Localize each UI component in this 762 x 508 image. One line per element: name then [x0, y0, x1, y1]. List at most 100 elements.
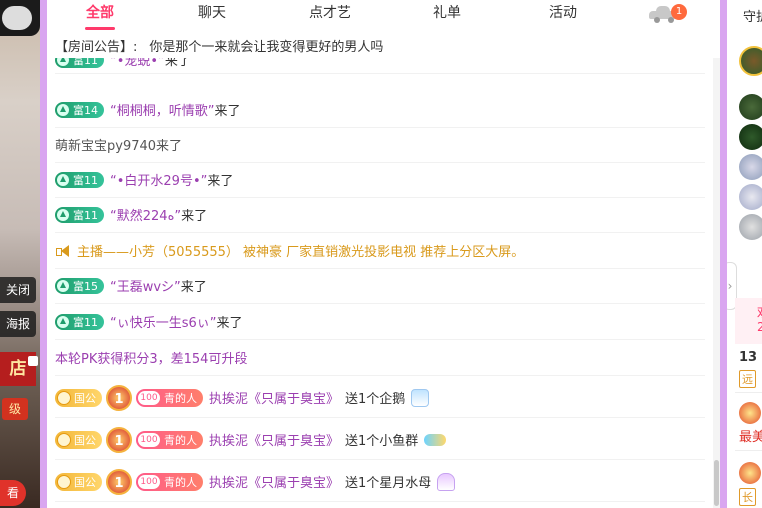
fan-level: 100	[138, 474, 160, 489]
wealth-badge: 富14	[55, 101, 104, 118]
rank-badge-label: 国公	[74, 475, 96, 489]
crown-icon	[57, 390, 71, 405]
wealth-icon	[57, 315, 69, 328]
most-beautiful-label: 最美	[739, 430, 762, 445]
wealth-badge-label: 富11	[73, 173, 98, 187]
chat-scrollbar[interactable]	[713, 58, 720, 508]
user-name[interactable]: “•白开水29号•”	[110, 170, 207, 189]
list-item: 主播——小芳（5055555） 被神豪 厂家直销激光投影电视 推荐上分区大屏。	[55, 233, 705, 269]
rank-badge-label: 国公	[74, 433, 96, 447]
promo-card[interactable]: 欢 2	[735, 298, 762, 344]
crown-icon	[57, 432, 71, 447]
video-cap-shape	[2, 6, 32, 30]
wealth-badge: 富11	[55, 206, 104, 223]
chat-panel: 全部 聊天 点才艺 礼单 活动 1 【房间公告】: 你是那个一来就会让我变得更好的…	[47, 0, 720, 508]
list-item: 萌新宝宝py9740来了	[55, 127, 705, 163]
tab-gift-list[interactable]: 礼单	[389, 0, 505, 32]
long-tag: 长	[739, 488, 756, 506]
list-item: 富14 “桐桐桐，听情歌” 来了	[55, 92, 705, 128]
announcement-text: 你是那个一来就会让我变得更好的男人吗	[149, 40, 384, 55]
gift-action: 送1个星月水母	[345, 476, 432, 491]
host-recommend-message: 主播——小芳（5055555） 被神豪 厂家直销激光投影电视 推荐上分区大屏。	[77, 245, 525, 260]
crown-icon	[57, 474, 71, 489]
heart-medal-icon	[739, 462, 761, 484]
guardian-sidebar: 守护 › 欢 2 13 远 最美 长	[727, 0, 762, 508]
close-video-button[interactable]: 关闭	[0, 277, 36, 303]
level-badge[interactable]: 级	[2, 398, 28, 420]
wealth-icon	[57, 208, 69, 221]
sidebar-left-border	[720, 0, 727, 508]
fan-badge: 100 青的人	[136, 388, 203, 407]
avatar[interactable]	[739, 154, 762, 180]
wealth-badge-label: 富11	[73, 315, 98, 329]
user-name[interactable]: “默然224ه”	[110, 205, 181, 224]
divider	[735, 392, 762, 393]
car-icon: 1	[649, 4, 687, 23]
enter-suffix: 来了	[216, 316, 243, 331]
chat-tabs: 全部 聊天 点才艺 礼单 活动 1	[47, 0, 720, 32]
penguin-gift-icon	[411, 388, 430, 407]
chat-left-border	[40, 0, 47, 508]
fan-level: 100	[138, 432, 160, 447]
wealth-icon	[57, 58, 69, 66]
rank-badge: 国公	[55, 430, 102, 449]
scrollbar-thumb[interactable]	[714, 460, 719, 506]
level-medal-icon: 1	[106, 426, 132, 453]
fan-badge-label: 青的人	[164, 433, 197, 447]
rank-badge: 国公	[55, 388, 102, 407]
wealth-badge-label: 富15	[73, 279, 98, 293]
gift-message: 国公 1 100 青的人 执挨泥《只属于臭宝》 送1个星月水母	[55, 462, 705, 502]
live-room-page: 关闭 海报 店 级 看 全部 聊天 点才艺 礼单 活动 1 【房间公告】: 你是那…	[0, 0, 762, 508]
fan-level: 100	[138, 390, 160, 405]
announcement-label: 【房间公告】:	[55, 40, 138, 55]
level-medal-icon: 1	[106, 384, 132, 411]
tab-all[interactable]: 全部	[47, 0, 153, 32]
fish-gift-icon	[424, 433, 447, 446]
enter-suffix: 来了	[214, 104, 241, 119]
avatar[interactable]	[739, 214, 762, 240]
message-list[interactable]: 富11 “•宠蜕•” 来了 富14 “桐桐桐，听情歌” 来了 萌新宝宝py9740来…	[55, 58, 705, 508]
promo-text: 欢	[757, 302, 762, 321]
tab-chat[interactable]: 聊天	[153, 0, 271, 32]
sender-name[interactable]: 执挨泥《只属于臭宝》	[209, 388, 339, 407]
list-item: 富11 “•宠蜕•” 来了	[55, 58, 705, 74]
gift-action: 送1个企鹅	[345, 392, 406, 407]
enter-suffix: 来了	[164, 58, 191, 69]
sender-name[interactable]: 执挨泥《只属于臭宝》	[209, 472, 339, 491]
tab-car[interactable]: 1	[621, 0, 707, 32]
wealth-icon	[57, 279, 69, 292]
look-button[interactable]: 看	[0, 480, 26, 506]
promo-number: 2	[757, 320, 762, 334]
sender-name[interactable]: 执挨泥《只属于臭宝》	[209, 430, 339, 449]
wealth-badge-label: 富14	[73, 103, 98, 117]
gift-message: 国公 1 100 青的人 执挨泥《只属于臭宝》 送1个小鱼群	[55, 420, 705, 460]
fan-badge-label: 青的人	[164, 391, 197, 405]
wealth-badge-label: 富11	[73, 208, 98, 222]
avatar[interactable]	[739, 46, 762, 76]
tab-activity[interactable]: 活动	[505, 0, 621, 32]
tab-talent[interactable]: 点才艺	[271, 0, 389, 32]
level-medal-icon: 1	[106, 468, 132, 495]
gift-message: 国公 1 100 青的人 执挨泥《只属于臭宝》 送1个企鹅	[55, 378, 705, 418]
expand-icon[interactable]	[28, 356, 38, 366]
divider	[735, 450, 762, 451]
user-name[interactable]: “桐桐桐，听情歌”	[110, 100, 214, 119]
list-item: 富11 “默然224ه” 来了	[55, 197, 705, 233]
user-name[interactable]: “王磊wvシ”	[110, 276, 181, 295]
enter-suffix: 来了	[207, 174, 234, 189]
poster-button[interactable]: 海报	[0, 311, 36, 337]
wealth-badge: 富11	[55, 313, 104, 330]
rank-badge-label: 国公	[74, 391, 96, 405]
user-name[interactable]: “ぃ快乐一生s6ぃ”	[110, 312, 217, 331]
speaker-icon	[55, 244, 71, 258]
room-announcement: 【房间公告】: 你是那个一来就会让我变得更好的男人吗	[55, 36, 715, 56]
avatar[interactable]	[739, 94, 762, 120]
user-name[interactable]: “•宠蜕•”	[110, 58, 165, 69]
wealth-icon	[57, 173, 69, 186]
avatar[interactable]	[739, 124, 762, 150]
fan-badge-label: 青的人	[164, 475, 197, 489]
avatar[interactable]	[739, 184, 762, 210]
video-preview-strip[interactable]: 关闭 海报 店 级 看	[0, 0, 40, 508]
rank-badge: 国公	[55, 472, 102, 491]
rank-count: 13	[739, 350, 758, 365]
